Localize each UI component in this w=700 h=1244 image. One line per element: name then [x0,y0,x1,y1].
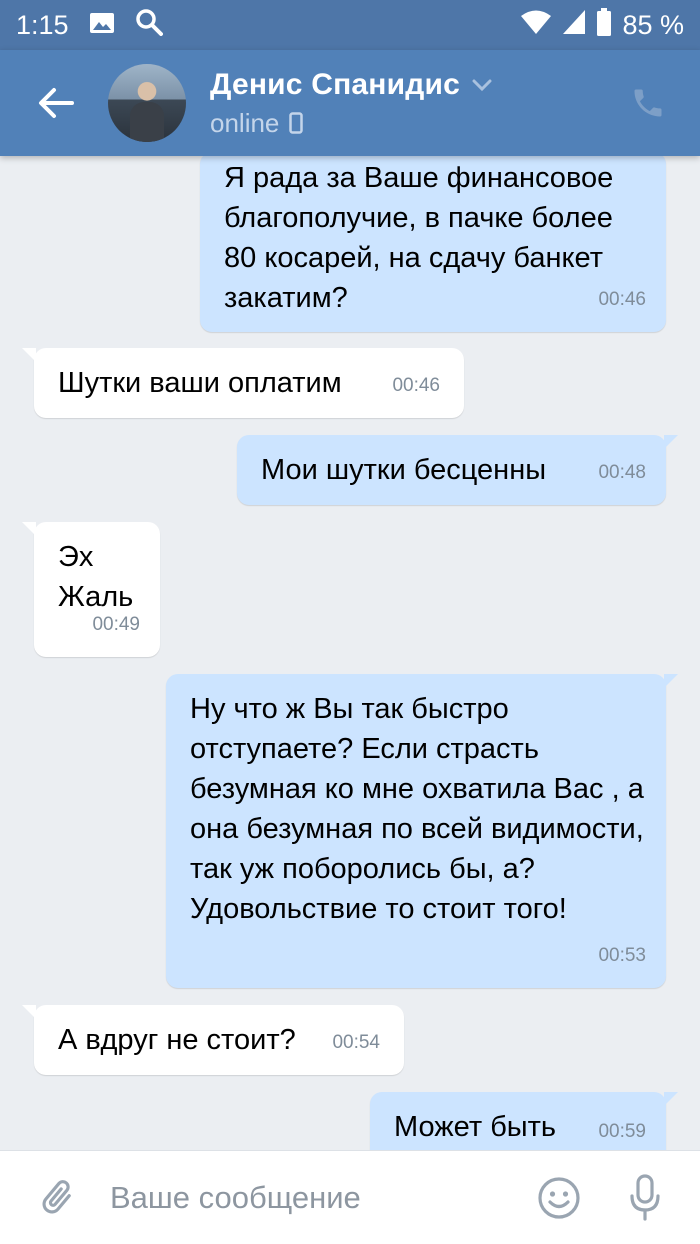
attach-button[interactable] [32,1173,82,1223]
back-button[interactable] [26,73,86,133]
message-bubble[interactable]: Эх Жаль 00:49 [22,522,160,657]
contact-info[interactable]: Денис Спанидис online [210,68,492,139]
message-text: Шутки ваши оплатим [58,367,342,399]
battery-icon [596,7,612,43]
message-time: 00:49 [92,614,140,635]
message-bubble[interactable]: Может быть 00:59 [370,1092,678,1150]
status-time: 1:15 [16,9,69,40]
search-icon [135,8,163,43]
message-bubble[interactable]: Шутки ваши оплатим 00:46 [22,348,464,418]
signal-icon [562,9,586,42]
message-input[interactable] [110,1179,500,1216]
message-bubble[interactable]: Мои шутки бесценны 00:48 [237,435,678,505]
voice-message-button[interactable] [620,1173,670,1223]
presence-status: online [210,107,280,138]
image-icon [89,10,115,41]
message-text: Мои шутки бесценны [261,454,547,486]
message-bubble[interactable]: Я рада за Ваше финансовое благополучие, … [200,156,666,332]
microphone-icon [630,1173,660,1221]
mobile-device-icon [289,112,304,134]
message-time: 00:46 [392,375,440,396]
chevron-down-icon [472,79,492,91]
back-arrow-icon [39,88,74,118]
status-bar: 1:15 85 % [0,0,700,50]
message-time: 00:54 [332,1032,380,1053]
message-composer [0,1150,700,1244]
message-bubble[interactable]: Ну что ж Вы так быстро отступаете? Если … [166,674,678,988]
message-text: Я рада за Ваше финансовое благополучие, … [224,162,622,314]
message-list[interactable]: Я рада за Ваше финансовое благополучие, … [0,156,700,1150]
message-time: 00:46 [598,289,646,310]
message-time: 00:59 [598,1121,646,1142]
contact-name: Денис Спанидис [210,67,461,101]
message-time: 00:53 [598,945,646,966]
phone-icon [634,89,662,117]
wifi-icon [520,9,552,42]
message-time: 00:48 [598,462,646,483]
chat-header: Денис Спанидис online [0,50,700,156]
message-text: Ну что ж Вы так быстро отступаете? Если … [190,693,652,925]
battery-percent: 85 % [622,9,684,40]
paperclip-icon [42,1179,71,1213]
call-button[interactable] [626,81,670,125]
message-bubble[interactable]: А вдруг не стоит? 00:54 [22,1005,404,1075]
emoji-button[interactable] [534,1173,584,1223]
emoji-icon [538,1176,580,1219]
avatar[interactable] [108,64,186,142]
